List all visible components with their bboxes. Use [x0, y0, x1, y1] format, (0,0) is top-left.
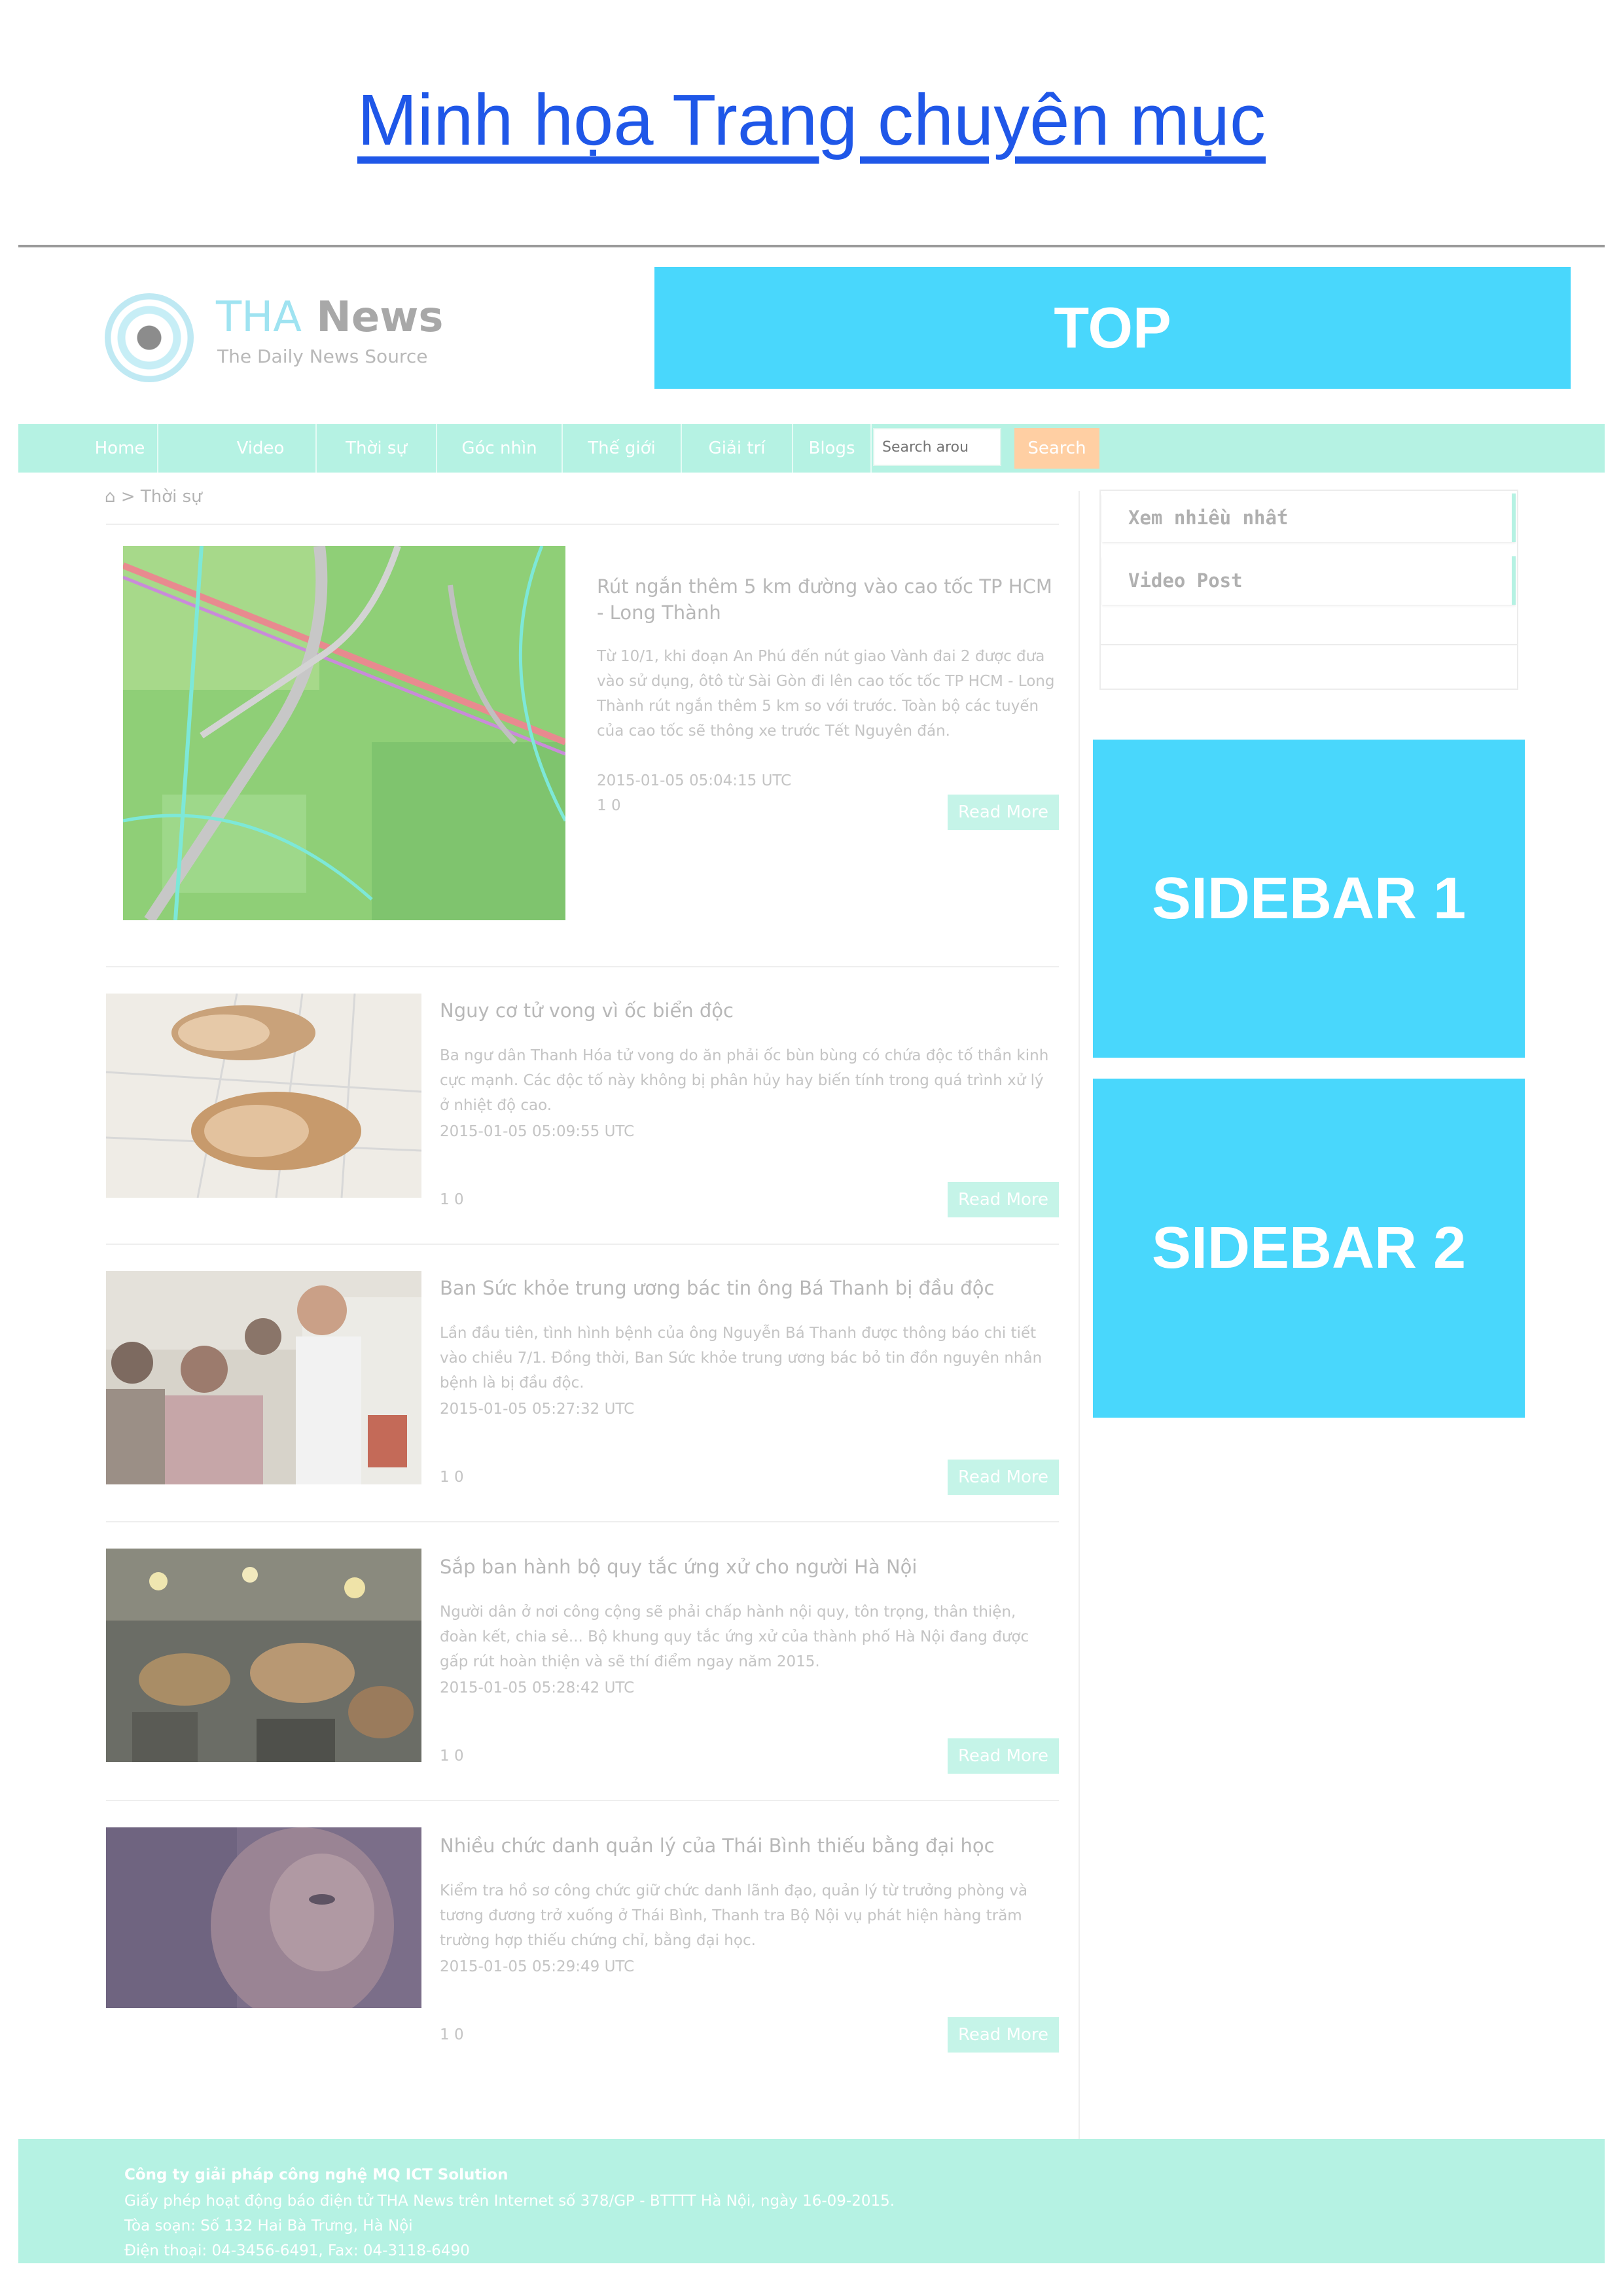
divider	[106, 1800, 1059, 1801]
nav-item-thoi-su[interactable]: Thời sự	[317, 424, 437, 473]
divider	[106, 1244, 1059, 1245]
sidebar1-zone: SIDEBAR 1	[1093, 740, 1525, 1058]
divider	[18, 245, 1605, 247]
site-logo[interactable]: THA News	[216, 293, 443, 342]
widget-tab-most-viewed[interactable]: Xem nhiều nhất	[1102, 493, 1516, 542]
article-summary: Lần đầu tiên, tình hình bệnh của ông Ngu…	[440, 1325, 1043, 1391]
article-thumbnail-shells[interactable]	[106, 994, 421, 1198]
article-date: 2015-01-05 05:04:15 UTC	[597, 772, 792, 789]
read-more-button[interactable]: Read More	[948, 1738, 1059, 1774]
article-date: 2015-01-05 05:29:49 UTC	[440, 1958, 635, 1975]
article-title[interactable]: Rút ngắn thêm 5 km đường vào cao tốc TP …	[597, 573, 1055, 626]
read-more-button[interactable]: Read More	[948, 795, 1059, 830]
article-title[interactable]: Nhiều chức danh quản lý của Thái Bình th…	[440, 1833, 1055, 1859]
logo-part2: News	[316, 293, 444, 342]
article-title[interactable]: Ban Sức khỏe trung ương bác tin ông Bá T…	[440, 1275, 1055, 1301]
sidebar2-zone: SIDEBAR 2	[1093, 1079, 1525, 1418]
article-thumbnail-street[interactable]	[106, 1549, 421, 1762]
nav-item-giai-tri[interactable]: Giải trí	[682, 424, 793, 473]
footer-company: Công ty giải pháp công nghệ MQ ICT Solut…	[124, 2166, 508, 2183]
nav-item-the-gioi[interactable]: Thế giới	[563, 424, 682, 473]
breadcrumb-separator: >	[120, 487, 135, 507]
article-summary: Từ 10/1, khi đoạn An Phú đến nút giao Và…	[597, 648, 1055, 740]
divider	[1101, 644, 1517, 645]
read-more-button[interactable]: Read More	[948, 1182, 1059, 1217]
divider	[106, 524, 1059, 525]
article-thumbnail-people[interactable]	[106, 1271, 421, 1484]
logo-part1: THA	[216, 293, 302, 342]
article-summary: Kiểm tra hồ sơ công chức giữ chức danh l…	[440, 1882, 1028, 1949]
read-more-button[interactable]: Read More	[948, 1460, 1059, 1495]
top-zone: TOP	[654, 267, 1571, 389]
search-input[interactable]	[873, 428, 1001, 466]
footer: Công ty giải pháp công nghệ MQ ICT Solut…	[18, 2139, 1605, 2263]
divider	[106, 966, 1059, 967]
read-more-button[interactable]: Read More	[948, 2017, 1059, 2053]
article-date: 2015-01-05 05:28:42 UTC	[440, 1679, 635, 1696]
article-summary: Ba ngư dân Thanh Hóa tử vong do ăn phải …	[440, 1047, 1049, 1114]
site-tagline: The Daily News Source	[217, 346, 428, 367]
logo-icon[interactable]	[105, 293, 194, 382]
nav-item-video[interactable]: Video	[205, 424, 317, 473]
article-thumbnail-map[interactable]	[123, 546, 565, 920]
article-date: 2015-01-05 05:27:32 UTC	[440, 1401, 635, 1418]
article-title[interactable]: Nguy cơ tử vong vì ốc biển độc	[440, 997, 1055, 1024]
article-count: 1 0	[440, 1469, 464, 1486]
divider	[106, 1521, 1059, 1522]
widget-tab-video-post[interactable]: Video Post	[1102, 556, 1516, 605]
column-divider	[1079, 491, 1080, 2139]
search-button[interactable]: Search	[1014, 428, 1099, 469]
home-icon[interactable]: ⌂	[105, 487, 116, 507]
main-nav: Home Video Thời sự Góc nhìn Thế giới Giả…	[18, 424, 1605, 473]
sidebar-widget: Xem nhiều nhất Video Post	[1099, 490, 1518, 690]
nav-item-blogs[interactable]: Blogs	[793, 424, 872, 473]
article-count: 1 0	[597, 797, 621, 814]
breadcrumb-current[interactable]: Thời sự	[141, 487, 202, 507]
article-thumbnail-face[interactable]	[106, 1827, 421, 2008]
article-count: 1 0	[440, 1748, 464, 1765]
nav-item-home[interactable]: Home	[82, 424, 158, 473]
footer-address: Tòa soạn: Số 132 Hai Bà Trưng, Hà Nội	[124, 2217, 413, 2234]
footer-license: Giấy phép hoạt động báo điện tử THA News…	[124, 2193, 895, 2210]
document-title[interactable]: Minh họa Trang chuyên mục	[0, 79, 1623, 162]
article-count: 1 0	[440, 1191, 464, 1208]
article-summary: Người dân ở nơi công cộng sẽ phải chấp h…	[440, 1604, 1029, 1670]
breadcrumb: ⌂ > Thời sự	[105, 487, 202, 507]
article-title[interactable]: Sắp ban hành bộ quy tắc ứng xử cho người…	[440, 1554, 1055, 1580]
nav-item-goc-nhin[interactable]: Góc nhìn	[437, 424, 563, 473]
article-count: 1 0	[440, 2026, 464, 2043]
article-date: 2015-01-05 05:09:55 UTC	[440, 1123, 635, 1140]
footer-phone: Điện thoại: 04-3456-6491, Fax: 04-3118-6…	[124, 2242, 470, 2259]
